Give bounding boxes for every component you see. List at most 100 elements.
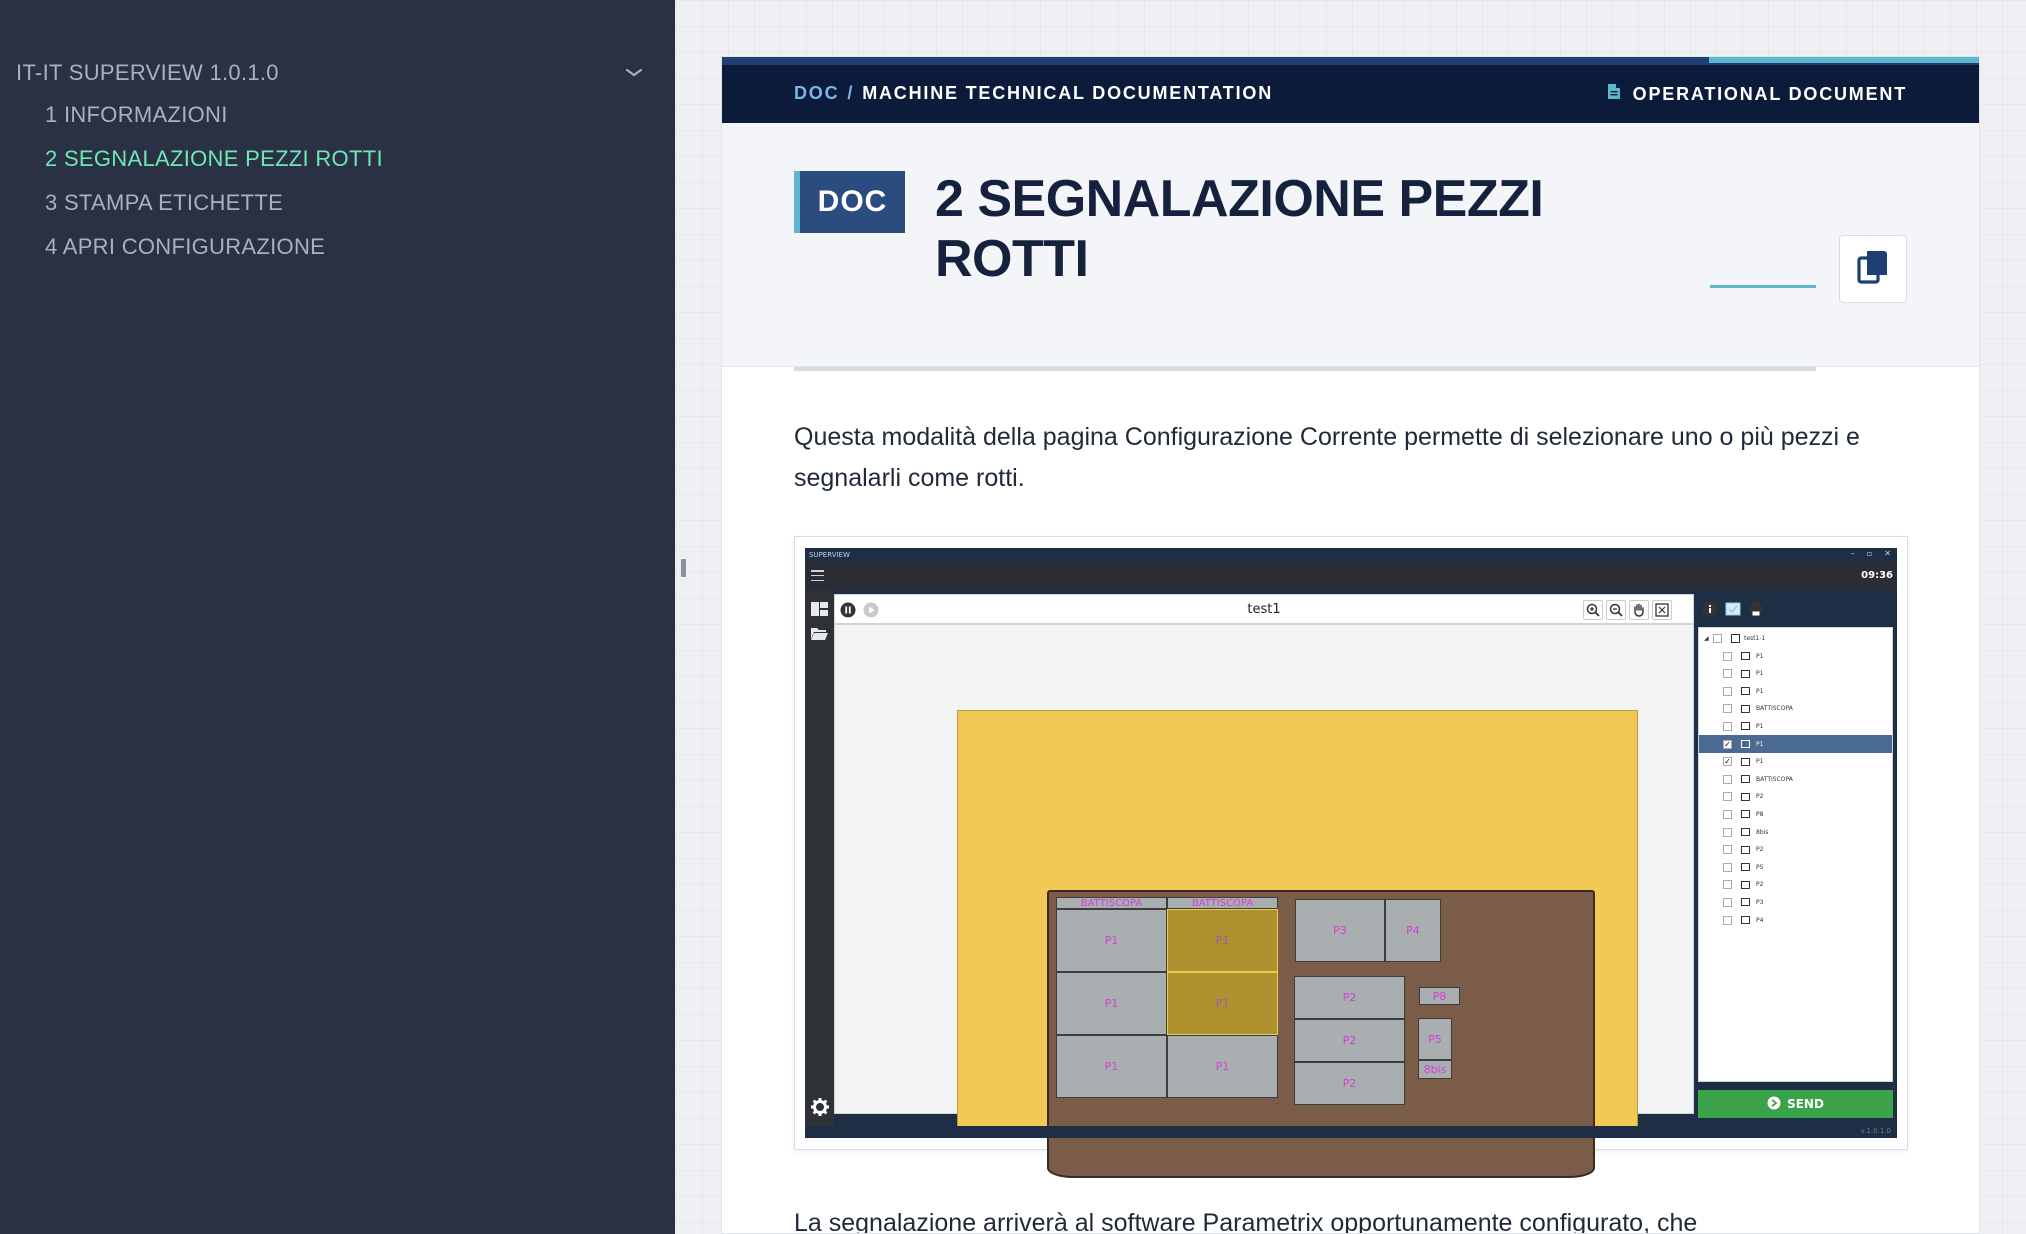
- tree-row[interactable]: P4: [1699, 911, 1892, 929]
- tree-row-label: P1: [1756, 652, 1764, 660]
- window-controls: – ▫ ✕: [1851, 549, 1891, 558]
- piece-p2[interactable]: P2: [1294, 1019, 1405, 1062]
- tree-row-checkbox[interactable]: [1723, 686, 1732, 696]
- chevron-down-icon[interactable]: [622, 61, 646, 85]
- document-card: DOC / MACHINE TECHNICAL DOCUMENTATION OP…: [721, 56, 1980, 1234]
- breadcrumb-root-link[interactable]: DOC: [794, 83, 839, 104]
- sidebar-root-item[interactable]: IT-IT SUPERVIEW 1.0.1.0: [16, 58, 646, 88]
- piece-p1-selected[interactable]: P1: [1167, 909, 1278, 972]
- document-header: DOC 2 SEGNALAZIONE PEZZI ROTTI: [722, 123, 1979, 371]
- fit-view-icon[interactable]: [1652, 600, 1672, 620]
- tree-row-label: P4: [1756, 916, 1764, 924]
- layout-grid-icon[interactable]: [809, 600, 830, 618]
- tree-row-label: P2: [1756, 881, 1764, 889]
- tree-row-checkbox[interactable]: [1723, 809, 1732, 819]
- app-statusbar: v.1.0.1.0: [805, 1126, 1897, 1138]
- piece-p1-selected[interactable]: P1: [1167, 972, 1278, 1035]
- tree-row-checkbox[interactable]: [1723, 792, 1732, 802]
- tree-row[interactable]: P5: [1699, 858, 1892, 876]
- tree-row[interactable]: BATTISCOPA: [1699, 700, 1892, 718]
- piece-shape-icon: [1741, 792, 1750, 801]
- tree-row[interactable]: P8: [1699, 805, 1892, 823]
- copy-button[interactable]: [1839, 235, 1907, 303]
- tree-row[interactable]: P2: [1699, 876, 1892, 894]
- tree-row-checkbox[interactable]: [1723, 651, 1732, 661]
- piece-shape-icon: [1741, 916, 1750, 924]
- play-icon[interactable]: [861, 600, 881, 620]
- piece-p8[interactable]: P8: [1419, 987, 1460, 1005]
- tree-row[interactable]: BATTISCOPA: [1699, 770, 1892, 788]
- piece-p2[interactable]: P2: [1294, 1062, 1405, 1105]
- info-icon[interactable]: [1700, 599, 1720, 619]
- tree-row-checkbox[interactable]: [1723, 862, 1732, 872]
- piece-p5[interactable]: P5: [1418, 1018, 1452, 1060]
- tree-row-checkbox[interactable]: [1723, 827, 1732, 837]
- piece-battiscopa[interactable]: BATTISCOPA: [1056, 897, 1167, 909]
- tree-row-checkbox[interactable]: [1723, 845, 1732, 855]
- send-label: SEND: [1787, 1097, 1824, 1111]
- piece-p1[interactable]: P1: [1056, 972, 1167, 1035]
- piece-p4[interactable]: P4: [1385, 899, 1441, 962]
- tree-row[interactable]: ✓ P1: [1699, 735, 1892, 753]
- piece-p3[interactable]: P3: [1295, 899, 1385, 962]
- tree-row[interactable]: P1: [1699, 647, 1892, 665]
- sidebar-root-label: IT-IT SUPERVIEW 1.0.1.0: [16, 60, 279, 85]
- piece-shape-icon: [1741, 740, 1750, 748]
- report-broken-icon[interactable]: [1723, 599, 1743, 619]
- sidebar-item-label: 2 SEGNALAZIONE PEZZI ROTTI: [45, 146, 383, 171]
- sidebar-item-stampa-etichette[interactable]: 3 STAMPA ETICHETTE: [45, 188, 283, 218]
- tree-row-label: P2: [1756, 793, 1764, 801]
- sidebar-item-apri-configurazione[interactable]: 4 APRI CONFIGURAZIONE: [45, 232, 325, 262]
- tree-row[interactable]: P3: [1699, 893, 1892, 911]
- tree-row[interactable]: P2: [1699, 788, 1892, 806]
- restore-icon[interactable]: ▫: [1867, 549, 1872, 558]
- piece-battiscopa[interactable]: BATTISCOPA: [1167, 897, 1278, 909]
- tree-row-checkbox[interactable]: [1723, 669, 1732, 679]
- tree-row[interactable]: P1: [1699, 665, 1892, 683]
- settings-gear-icon[interactable]: [809, 1098, 830, 1116]
- sidebar-item-label: 4 APRI CONFIGURAZIONE: [45, 234, 326, 259]
- tree-row-checkbox[interactable]: [1723, 704, 1732, 714]
- tree-expand-icon[interactable]: ◢: [1704, 635, 1709, 642]
- tree-row-checkbox[interactable]: ✓: [1723, 739, 1732, 749]
- tree-root-checkbox[interactable]: [1713, 633, 1722, 643]
- sidebar-item-segnalazione-pezzi-rotti[interactable]: 2 SEGNALAZIONE PEZZI ROTTI: [45, 144, 383, 174]
- tree-row-checkbox[interactable]: [1723, 915, 1732, 925]
- tree-row-label: P1: [1756, 740, 1764, 748]
- pause-icon[interactable]: [838, 600, 858, 620]
- hamburger-menu-icon[interactable]: [811, 570, 824, 581]
- tree-row-checkbox[interactable]: [1723, 880, 1732, 890]
- tree-row[interactable]: P1: [1699, 682, 1892, 700]
- nesting-canvas[interactable]: BATTISCOPA BATTISCOPA P1 P1 P1 P1 P1 P1 …: [834, 624, 1694, 1178]
- zoom-out-icon[interactable]: [1606, 600, 1626, 620]
- document-topbar: DOC / MACHINE TECHNICAL DOCUMENTATION OP…: [722, 57, 1979, 123]
- tree-row[interactable]: ✓ P1: [1699, 753, 1892, 771]
- piece-p1[interactable]: P1: [1056, 1035, 1167, 1098]
- piece-8bis[interactable]: 8bis: [1418, 1060, 1452, 1079]
- tree-row-label: P1: [1756, 758, 1764, 766]
- tree-row[interactable]: P1: [1699, 717, 1892, 735]
- tree-row[interactable]: 8bis: [1699, 823, 1892, 841]
- minimize-icon[interactable]: –: [1851, 549, 1855, 558]
- piece-p1[interactable]: P1: [1167, 1035, 1278, 1098]
- tree-row-checkbox[interactable]: [1723, 721, 1732, 731]
- piece-shape-icon: [1741, 687, 1750, 696]
- folder-open-icon[interactable]: [809, 624, 830, 642]
- print-icon[interactable]: [1746, 599, 1766, 619]
- tree-row-label: BATTISCOPA: [1756, 775, 1793, 783]
- piece-p2[interactable]: P2: [1294, 976, 1405, 1019]
- sidebar-resize-handle[interactable]: [681, 559, 686, 577]
- send-button[interactable]: SEND: [1698, 1090, 1893, 1118]
- zoom-in-icon[interactable]: [1583, 600, 1603, 620]
- tree-row-checkbox[interactable]: [1723, 897, 1732, 907]
- pan-hand-icon[interactable]: [1629, 600, 1649, 620]
- piece-p1[interactable]: P1: [1056, 909, 1167, 972]
- tree-row[interactable]: P2: [1699, 841, 1892, 859]
- sidebar-item-informazioni[interactable]: 1 INFORMAZIONI: [45, 100, 228, 130]
- tree-row-label: P8: [1756, 810, 1764, 818]
- close-icon[interactable]: ✕: [1884, 549, 1891, 558]
- sidebar: IT-IT SUPERVIEW 1.0.1.0 1 INFORMAZIONI 2…: [0, 0, 675, 1234]
- tree-row-checkbox[interactable]: ✓: [1723, 757, 1732, 767]
- tree-root[interactable]: ◢ test1-1: [1699, 629, 1892, 647]
- tree-row-checkbox[interactable]: [1723, 774, 1732, 784]
